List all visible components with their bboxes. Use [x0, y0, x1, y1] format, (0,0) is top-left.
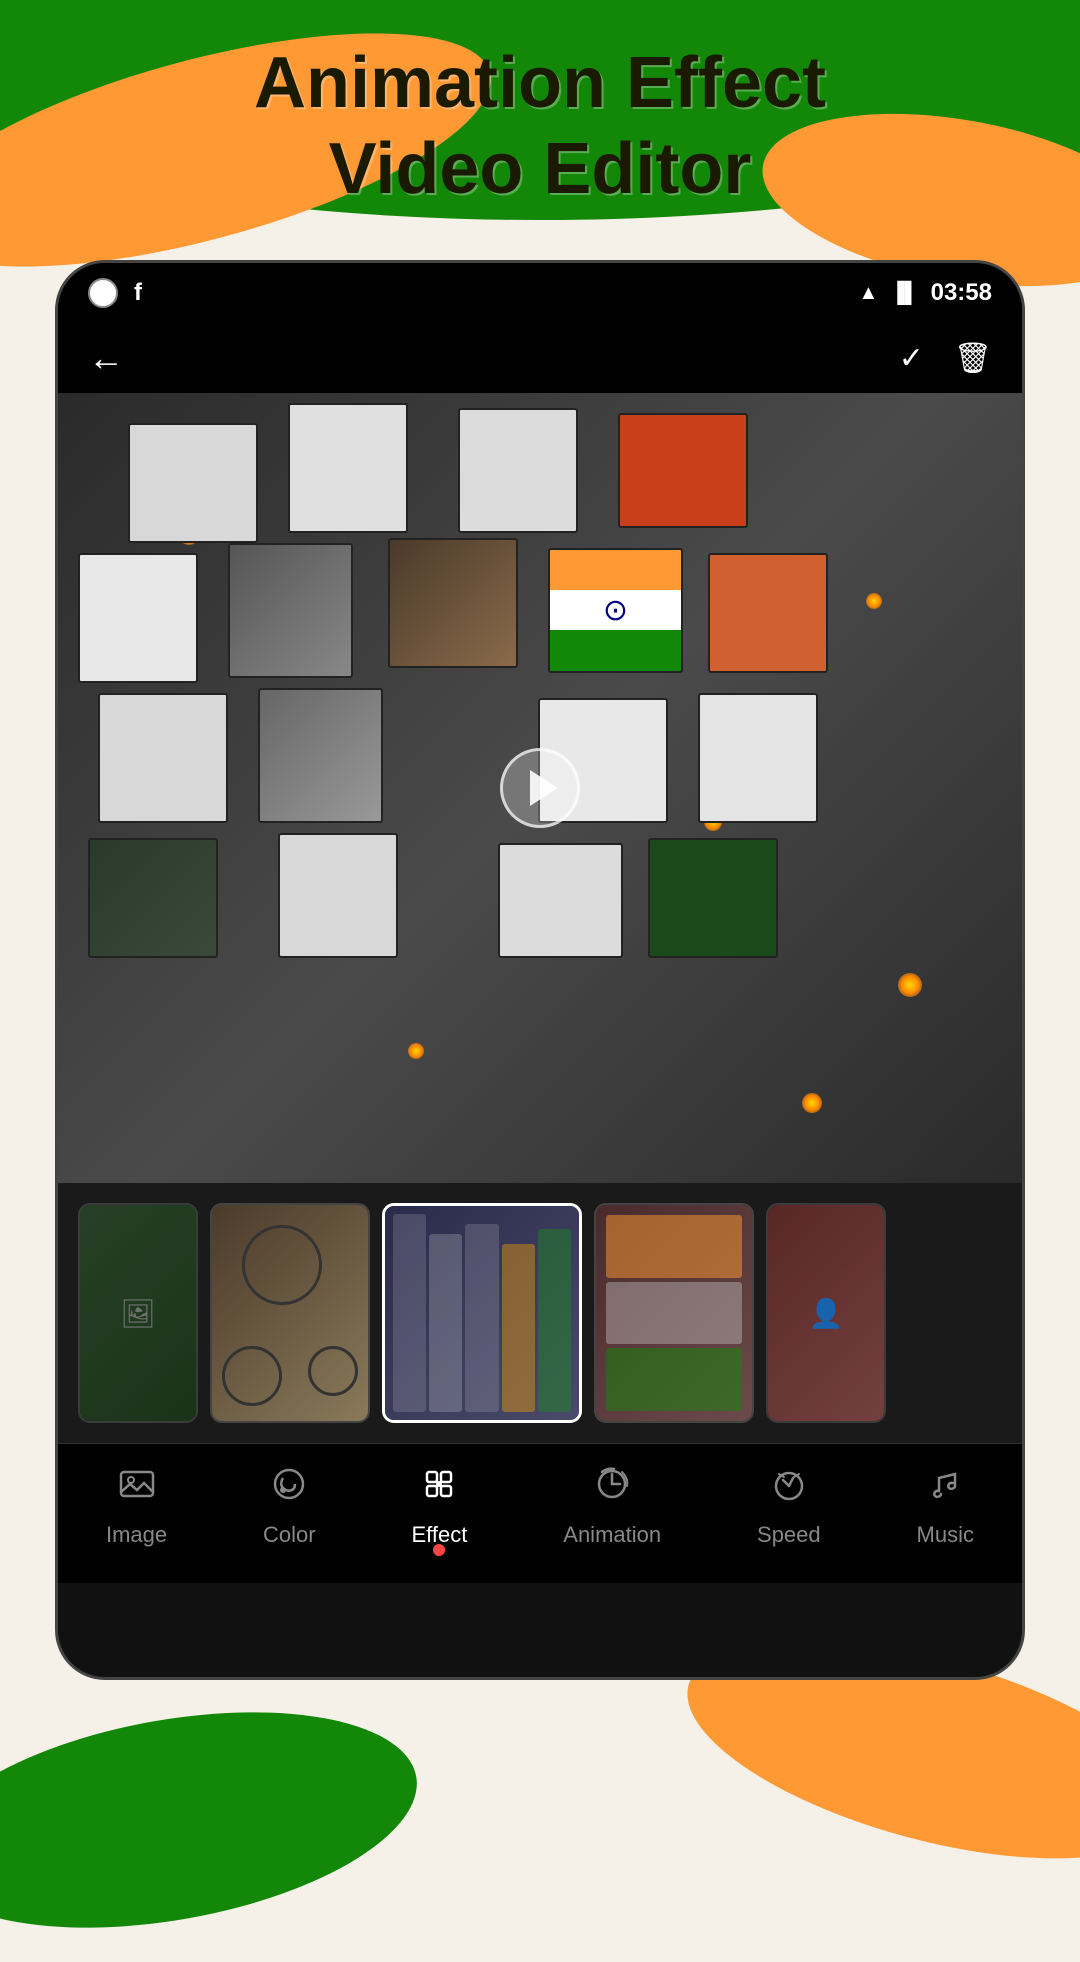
- tile: [128, 423, 258, 543]
- tile: [98, 693, 228, 823]
- tile: [78, 553, 198, 683]
- tile-photo: [228, 543, 353, 678]
- canvas-area: ⊙: [58, 393, 1022, 1183]
- nav-item-color[interactable]: Color: [263, 1464, 316, 1548]
- tile-green: [648, 838, 778, 958]
- status-dot: [88, 278, 118, 308]
- delete-button[interactable]: 🗑: [954, 341, 992, 376]
- tile-orange2: [708, 553, 828, 673]
- color-nav-icon: [269, 1464, 309, 1514]
- music-nav-label: Music: [917, 1522, 974, 1548]
- toolbar: ← ✓ 🗑: [58, 323, 1022, 393]
- preview-thumb-inner-1: 🖼: [80, 1205, 196, 1421]
- nav-item-animation[interactable]: Animation: [563, 1464, 661, 1548]
- title-area: Animation Effect Video Editor: [0, 40, 1080, 213]
- preview-thumb-1[interactable]: 🖼: [78, 1203, 198, 1423]
- tile-photo: [258, 688, 383, 823]
- color-nav-label: Color: [263, 1522, 316, 1548]
- nav-item-effect[interactable]: Effect: [412, 1464, 468, 1548]
- facebook-icon: f: [134, 279, 142, 307]
- play-triangle-icon: [530, 770, 558, 806]
- active-indicator: [433, 1544, 445, 1556]
- phone-mockup: f ▲ ▐▌ 03:58 ← ✓ 🗑: [55, 260, 1025, 1680]
- speed-nav-label: Speed: [757, 1522, 821, 1548]
- tile-orange: [618, 413, 748, 528]
- app-title-line1: Animation Effect: [0, 40, 1080, 126]
- bottom-nav: Image Color: [58, 1443, 1022, 1583]
- tile-flag: ⊙: [548, 548, 683, 673]
- tile: [498, 843, 623, 958]
- nav-item-music[interactable]: Music: [917, 1464, 974, 1548]
- check-button[interactable]: ✓: [899, 341, 924, 376]
- preview-thumb-inner-3: [385, 1206, 579, 1420]
- preview-strip: 🖼: [58, 1183, 1022, 1443]
- speed-nav-icon: [769, 1464, 809, 1514]
- wifi-icon: ▲: [858, 282, 878, 305]
- music-nav-icon: [925, 1464, 965, 1514]
- preview-thumb-5[interactable]: 👤: [766, 1203, 886, 1423]
- nav-item-speed[interactable]: Speed: [757, 1464, 821, 1548]
- tile: [288, 403, 408, 533]
- image-nav-label: Image: [106, 1522, 167, 1548]
- status-right: ▲ ▐▌ 03:58: [858, 279, 992, 307]
- status-bar: f ▲ ▐▌ 03:58: [58, 263, 1022, 323]
- preview-thumb-3[interactable]: [382, 1203, 582, 1423]
- app-title-line2: Video Editor: [0, 126, 1080, 212]
- animation-nav-icon: [592, 1464, 632, 1514]
- preview-thumb-inner-5: 👤: [768, 1205, 884, 1421]
- tile: [278, 833, 398, 958]
- back-button[interactable]: ←: [88, 337, 124, 379]
- image-nav-icon: [117, 1464, 157, 1514]
- tile: [698, 693, 818, 823]
- play-button[interactable]: [500, 748, 580, 828]
- signal-icon: ▐▌: [890, 282, 918, 305]
- status-left: f: [88, 278, 142, 308]
- tile: [458, 408, 578, 533]
- nav-item-image[interactable]: Image: [106, 1464, 167, 1548]
- bg-wave-green-bottom-left: [0, 1678, 434, 1962]
- preview-thumb-2[interactable]: [210, 1203, 370, 1423]
- preview-thumb-inner-4: [596, 1205, 752, 1421]
- effect-nav-icon: [419, 1464, 459, 1514]
- preview-thumb-4[interactable]: [594, 1203, 754, 1423]
- animation-nav-label: Animation: [563, 1522, 661, 1548]
- preview-thumb-inner-2: [212, 1205, 368, 1421]
- tile-photo: [388, 538, 518, 668]
- time-display: 03:58: [931, 279, 992, 307]
- tile-dark: [88, 838, 218, 958]
